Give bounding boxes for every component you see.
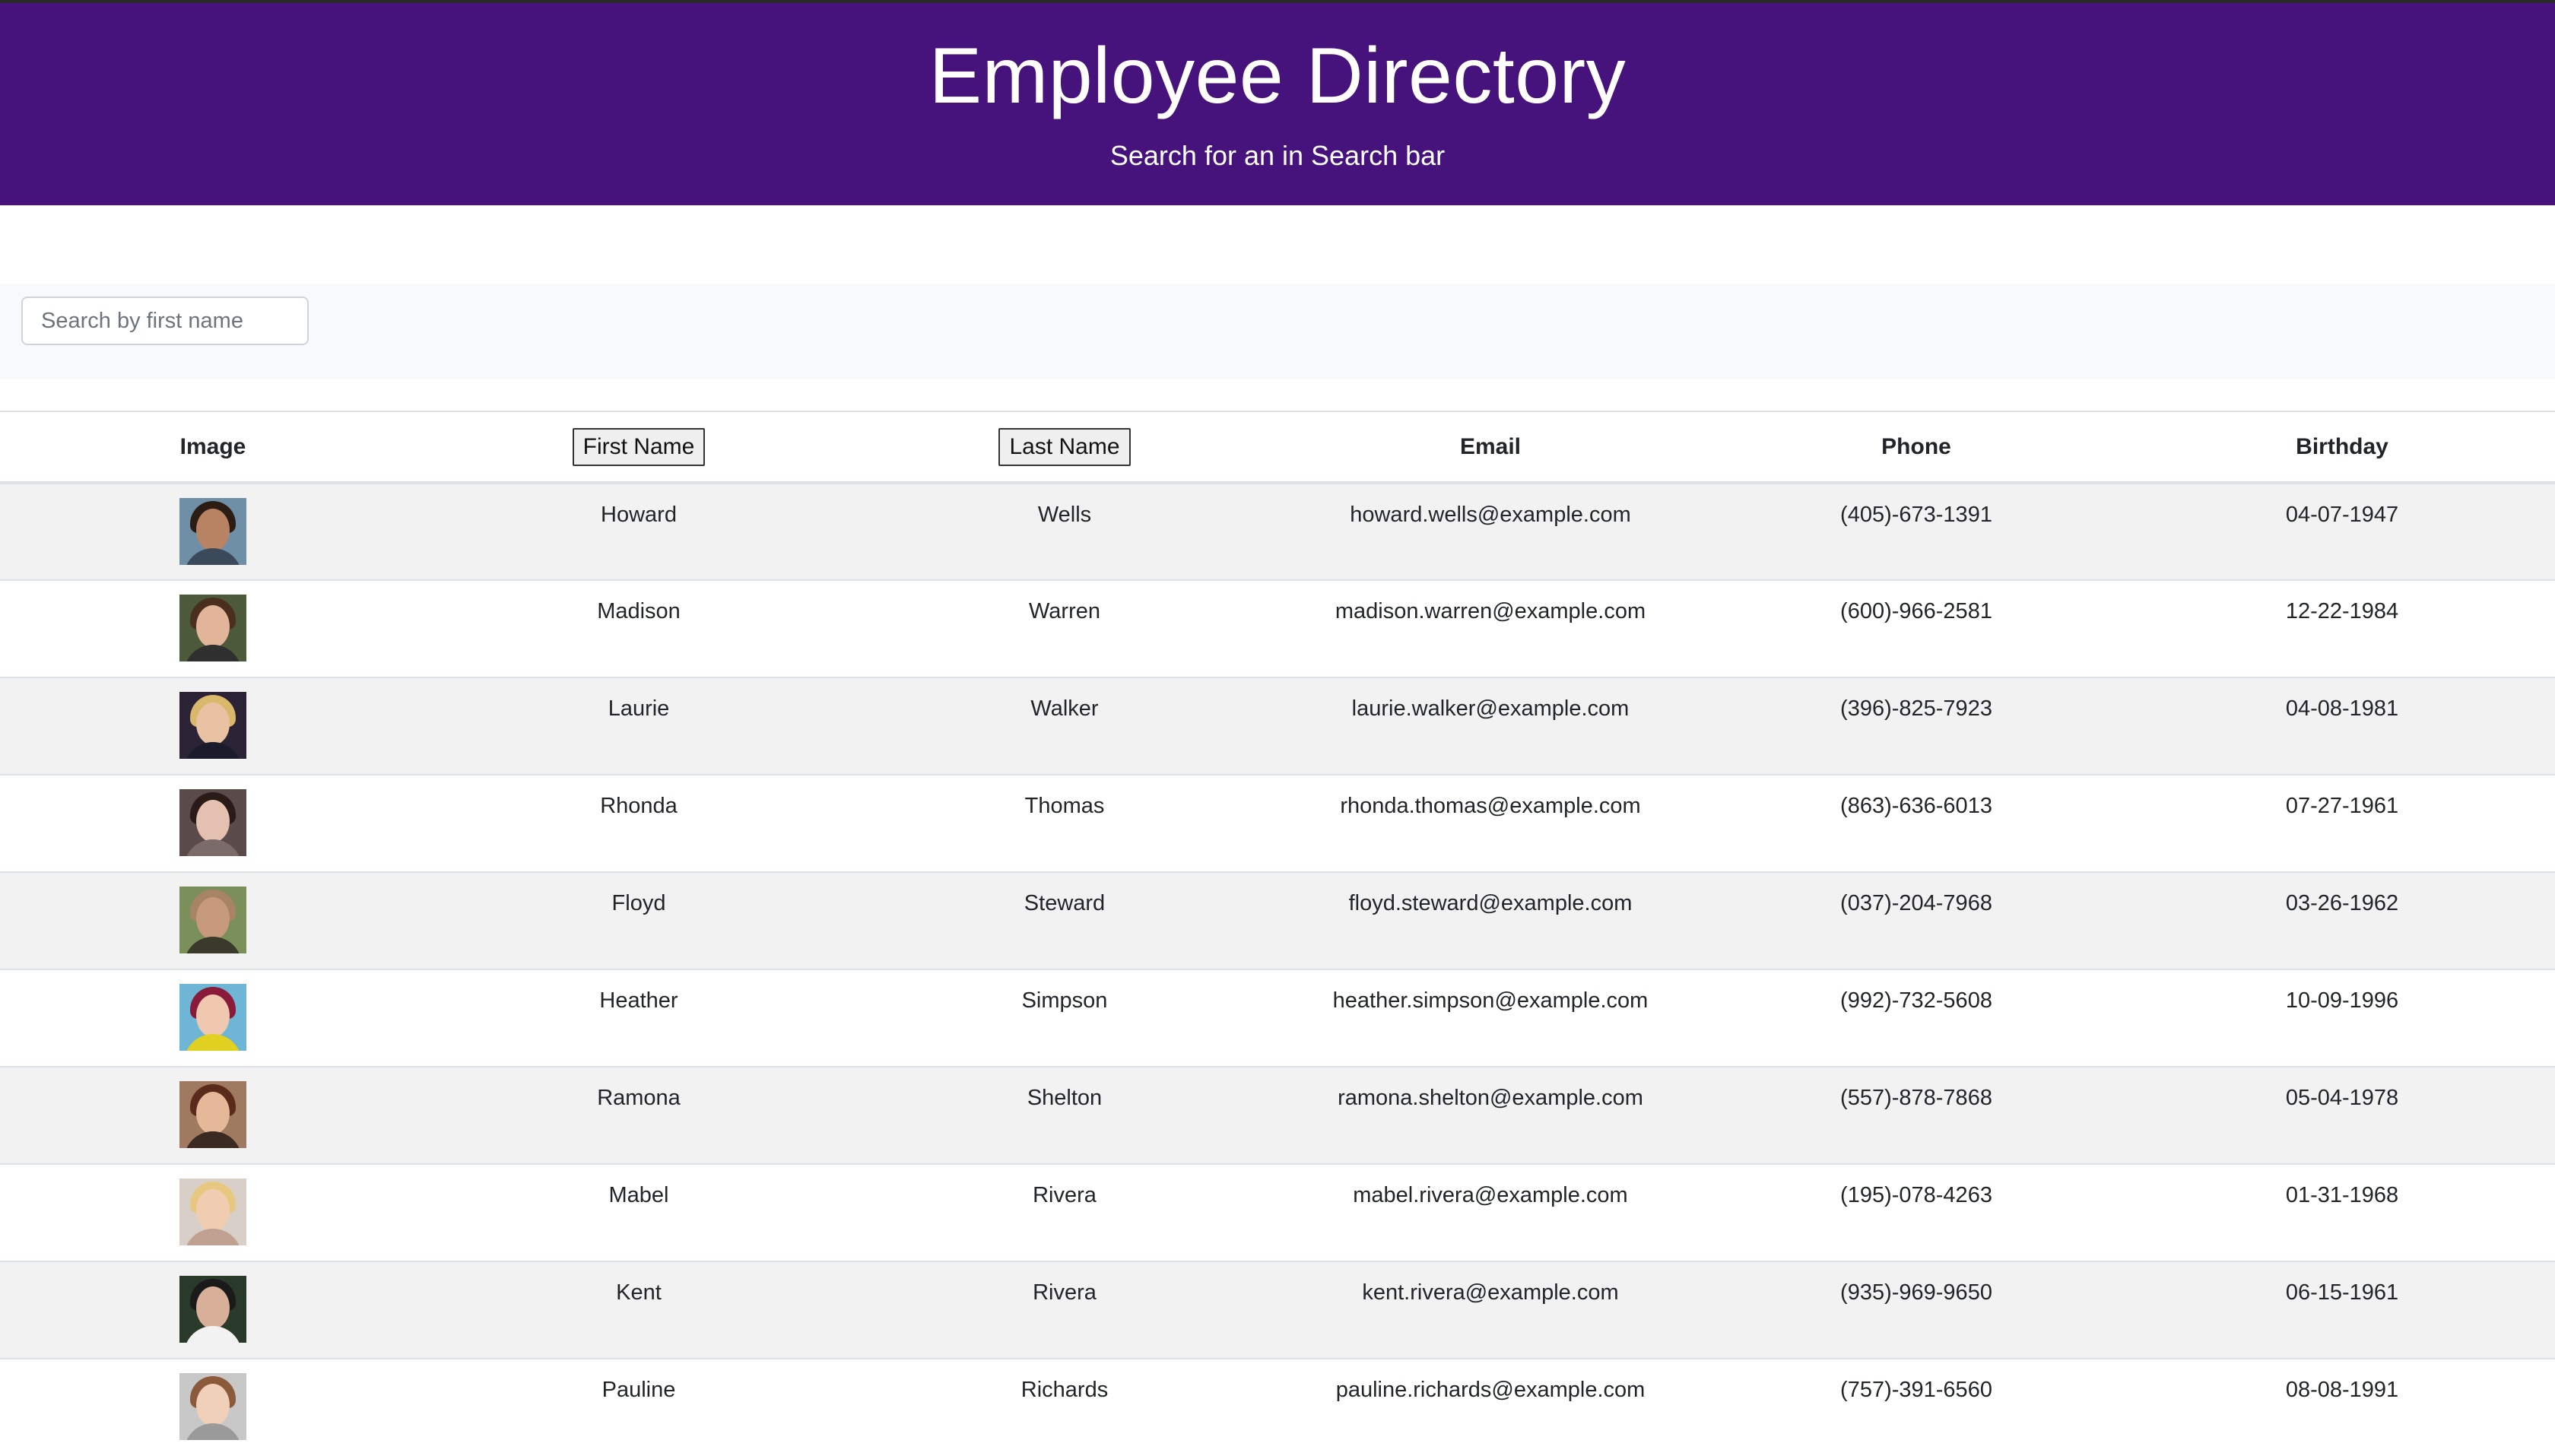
employee-photo xyxy=(179,789,246,856)
email-cell: heather.simpson@example.com xyxy=(1332,988,1649,1013)
email-cell: kent.rivera@example.com xyxy=(1362,1280,1619,1305)
search-input[interactable] xyxy=(21,297,309,345)
birthday-cell: 07-27-1961 xyxy=(2285,794,2399,818)
column-header-image: Image xyxy=(179,433,246,459)
phone-cell: (557)-878-7868 xyxy=(1840,1086,1992,1110)
image-cell xyxy=(0,580,426,677)
phone-cell: (992)-732-5608 xyxy=(1840,988,1992,1013)
table-row: Rhonda Thomas rhonda.thomas@example.com (86… xyxy=(0,775,2555,872)
first-name-cell: Kent xyxy=(616,1280,662,1305)
phone-cell: (757)-391-6560 xyxy=(1840,1378,1992,1402)
employee-photo xyxy=(179,595,246,661)
first-name-cell: Howard xyxy=(601,503,677,527)
email-cell: howard.wells@example.com xyxy=(1350,503,1631,527)
page-header: Employee Directory Search for an in Sear… xyxy=(0,0,2555,205)
last-name-cell: Rivera xyxy=(1033,1183,1097,1207)
page-title: Employee Directory xyxy=(928,32,1627,120)
phone-cell: (405)-673-1391 xyxy=(1840,503,1992,527)
column-header-email: Email xyxy=(1459,433,1522,459)
last-name-cell: Shelton xyxy=(1027,1086,1103,1110)
table-row: Heather Simpson heather.simpson@example.co… xyxy=(0,969,2555,1067)
last-name-cell: Thomas xyxy=(1024,794,1105,818)
table-header-row: Image First Name Last Name Email Phone B… xyxy=(0,411,2555,483)
email-cell: rhonda.thomas@example.com xyxy=(1340,794,1641,818)
birthday-cell: 08-08-1991 xyxy=(2285,1378,2399,1402)
employee-photo xyxy=(179,1081,246,1148)
image-cell xyxy=(0,969,426,1067)
sort-last-name-button[interactable]: Last Name xyxy=(998,427,1131,466)
birthday-cell: 12-22-1984 xyxy=(2285,599,2399,623)
last-name-cell: Walker xyxy=(1030,696,1099,721)
first-name-cell: Madison xyxy=(597,599,681,623)
last-name-cell: Steward xyxy=(1024,891,1106,915)
employee-photo xyxy=(179,1276,246,1343)
first-name-cell: Mabel xyxy=(608,1183,669,1207)
birthday-cell: 10-09-1996 xyxy=(2285,988,2399,1013)
phone-cell: (600)-966-2581 xyxy=(1840,599,1992,623)
email-cell: laurie.walker@example.com xyxy=(1351,696,1630,721)
table-row: Kent Rivera kent.rivera@example.com (935)-9… xyxy=(0,1261,2555,1359)
image-cell xyxy=(0,483,426,580)
employee-photo xyxy=(179,692,246,759)
last-name-cell: Wells xyxy=(1037,503,1092,527)
birthday-cell: 04-08-1981 xyxy=(2285,696,2399,721)
sort-first-name-button[interactable]: First Name xyxy=(572,427,706,466)
first-name-cell: Pauline xyxy=(601,1378,676,1402)
table-row: Madison Warren madison.warren@example.com (… xyxy=(0,580,2555,677)
birthday-cell: 03-26-1962 xyxy=(2285,891,2399,915)
employee-photo xyxy=(179,887,246,953)
last-name-cell: Richards xyxy=(1020,1378,1109,1402)
phone-cell: (935)-969-9650 xyxy=(1840,1280,1992,1305)
employee-photo xyxy=(179,498,246,565)
search-bar xyxy=(0,284,2555,379)
image-cell xyxy=(0,1261,426,1359)
birthday-cell: 01-31-1968 xyxy=(2285,1183,2399,1207)
phone-cell: (037)-204-7968 xyxy=(1840,891,1992,915)
image-cell xyxy=(0,872,426,969)
employee-table: Image First Name Last Name Email Phone B… xyxy=(0,411,2555,1456)
table-row: Mabel Rivera mabel.rivera@example.com (195)… xyxy=(0,1164,2555,1261)
phone-cell: (863)-636-6013 xyxy=(1840,794,1992,818)
first-name-cell: Floyd xyxy=(611,891,666,915)
last-name-cell: Simpson xyxy=(1021,988,1108,1013)
email-cell: madison.warren@example.com xyxy=(1335,599,1646,623)
first-name-cell: Ramona xyxy=(597,1086,681,1110)
email-cell: ramona.shelton@example.com xyxy=(1338,1086,1643,1110)
employee-photo xyxy=(179,1178,246,1245)
image-cell xyxy=(0,1359,426,1456)
page-subtitle: Search for an in Search bar xyxy=(1109,140,1446,171)
table-row: Laurie Walker laurie.walker@example.com (39… xyxy=(0,677,2555,775)
last-name-cell: Rivera xyxy=(1033,1280,1097,1305)
table-row: Floyd Steward floyd.steward@example.com (03… xyxy=(0,872,2555,969)
birthday-cell: 05-04-1978 xyxy=(2285,1086,2399,1110)
column-header-birthday: Birthday xyxy=(2296,433,2388,459)
column-header-phone: Phone xyxy=(1881,433,1951,459)
column-header-first-name: First Name xyxy=(426,411,852,483)
image-cell xyxy=(0,1067,426,1164)
email-cell: mabel.rivera@example.com xyxy=(1353,1183,1628,1207)
employee-photo xyxy=(179,984,246,1051)
table-row: Pauline Richards pauline.richards@example.… xyxy=(0,1359,2555,1456)
first-name-cell: Laurie xyxy=(608,696,670,721)
birthday-cell: 04-07-1947 xyxy=(2285,503,2399,527)
email-cell: pauline.richards@example.com xyxy=(1335,1378,1646,1402)
last-name-cell: Warren xyxy=(1029,599,1100,623)
column-header-last-name: Last Name xyxy=(852,411,1278,483)
phone-cell: (195)-078-4263 xyxy=(1840,1183,1992,1207)
first-name-cell: Rhonda xyxy=(600,794,678,818)
image-cell xyxy=(0,677,426,775)
email-cell: floyd.steward@example.com xyxy=(1348,891,1633,915)
phone-cell: (396)-825-7923 xyxy=(1840,696,1992,721)
table-body: Howard Wells howard.wells@example.com (405)… xyxy=(0,483,2555,1456)
image-cell xyxy=(0,1164,426,1261)
image-cell xyxy=(0,775,426,872)
table-row: Ramona Shelton ramona.shelton@example.com (… xyxy=(0,1067,2555,1164)
birthday-cell: 06-15-1961 xyxy=(2285,1280,2399,1305)
first-name-cell: Heather xyxy=(599,988,678,1013)
table-row: Howard Wells howard.wells@example.com (405)… xyxy=(0,483,2555,580)
